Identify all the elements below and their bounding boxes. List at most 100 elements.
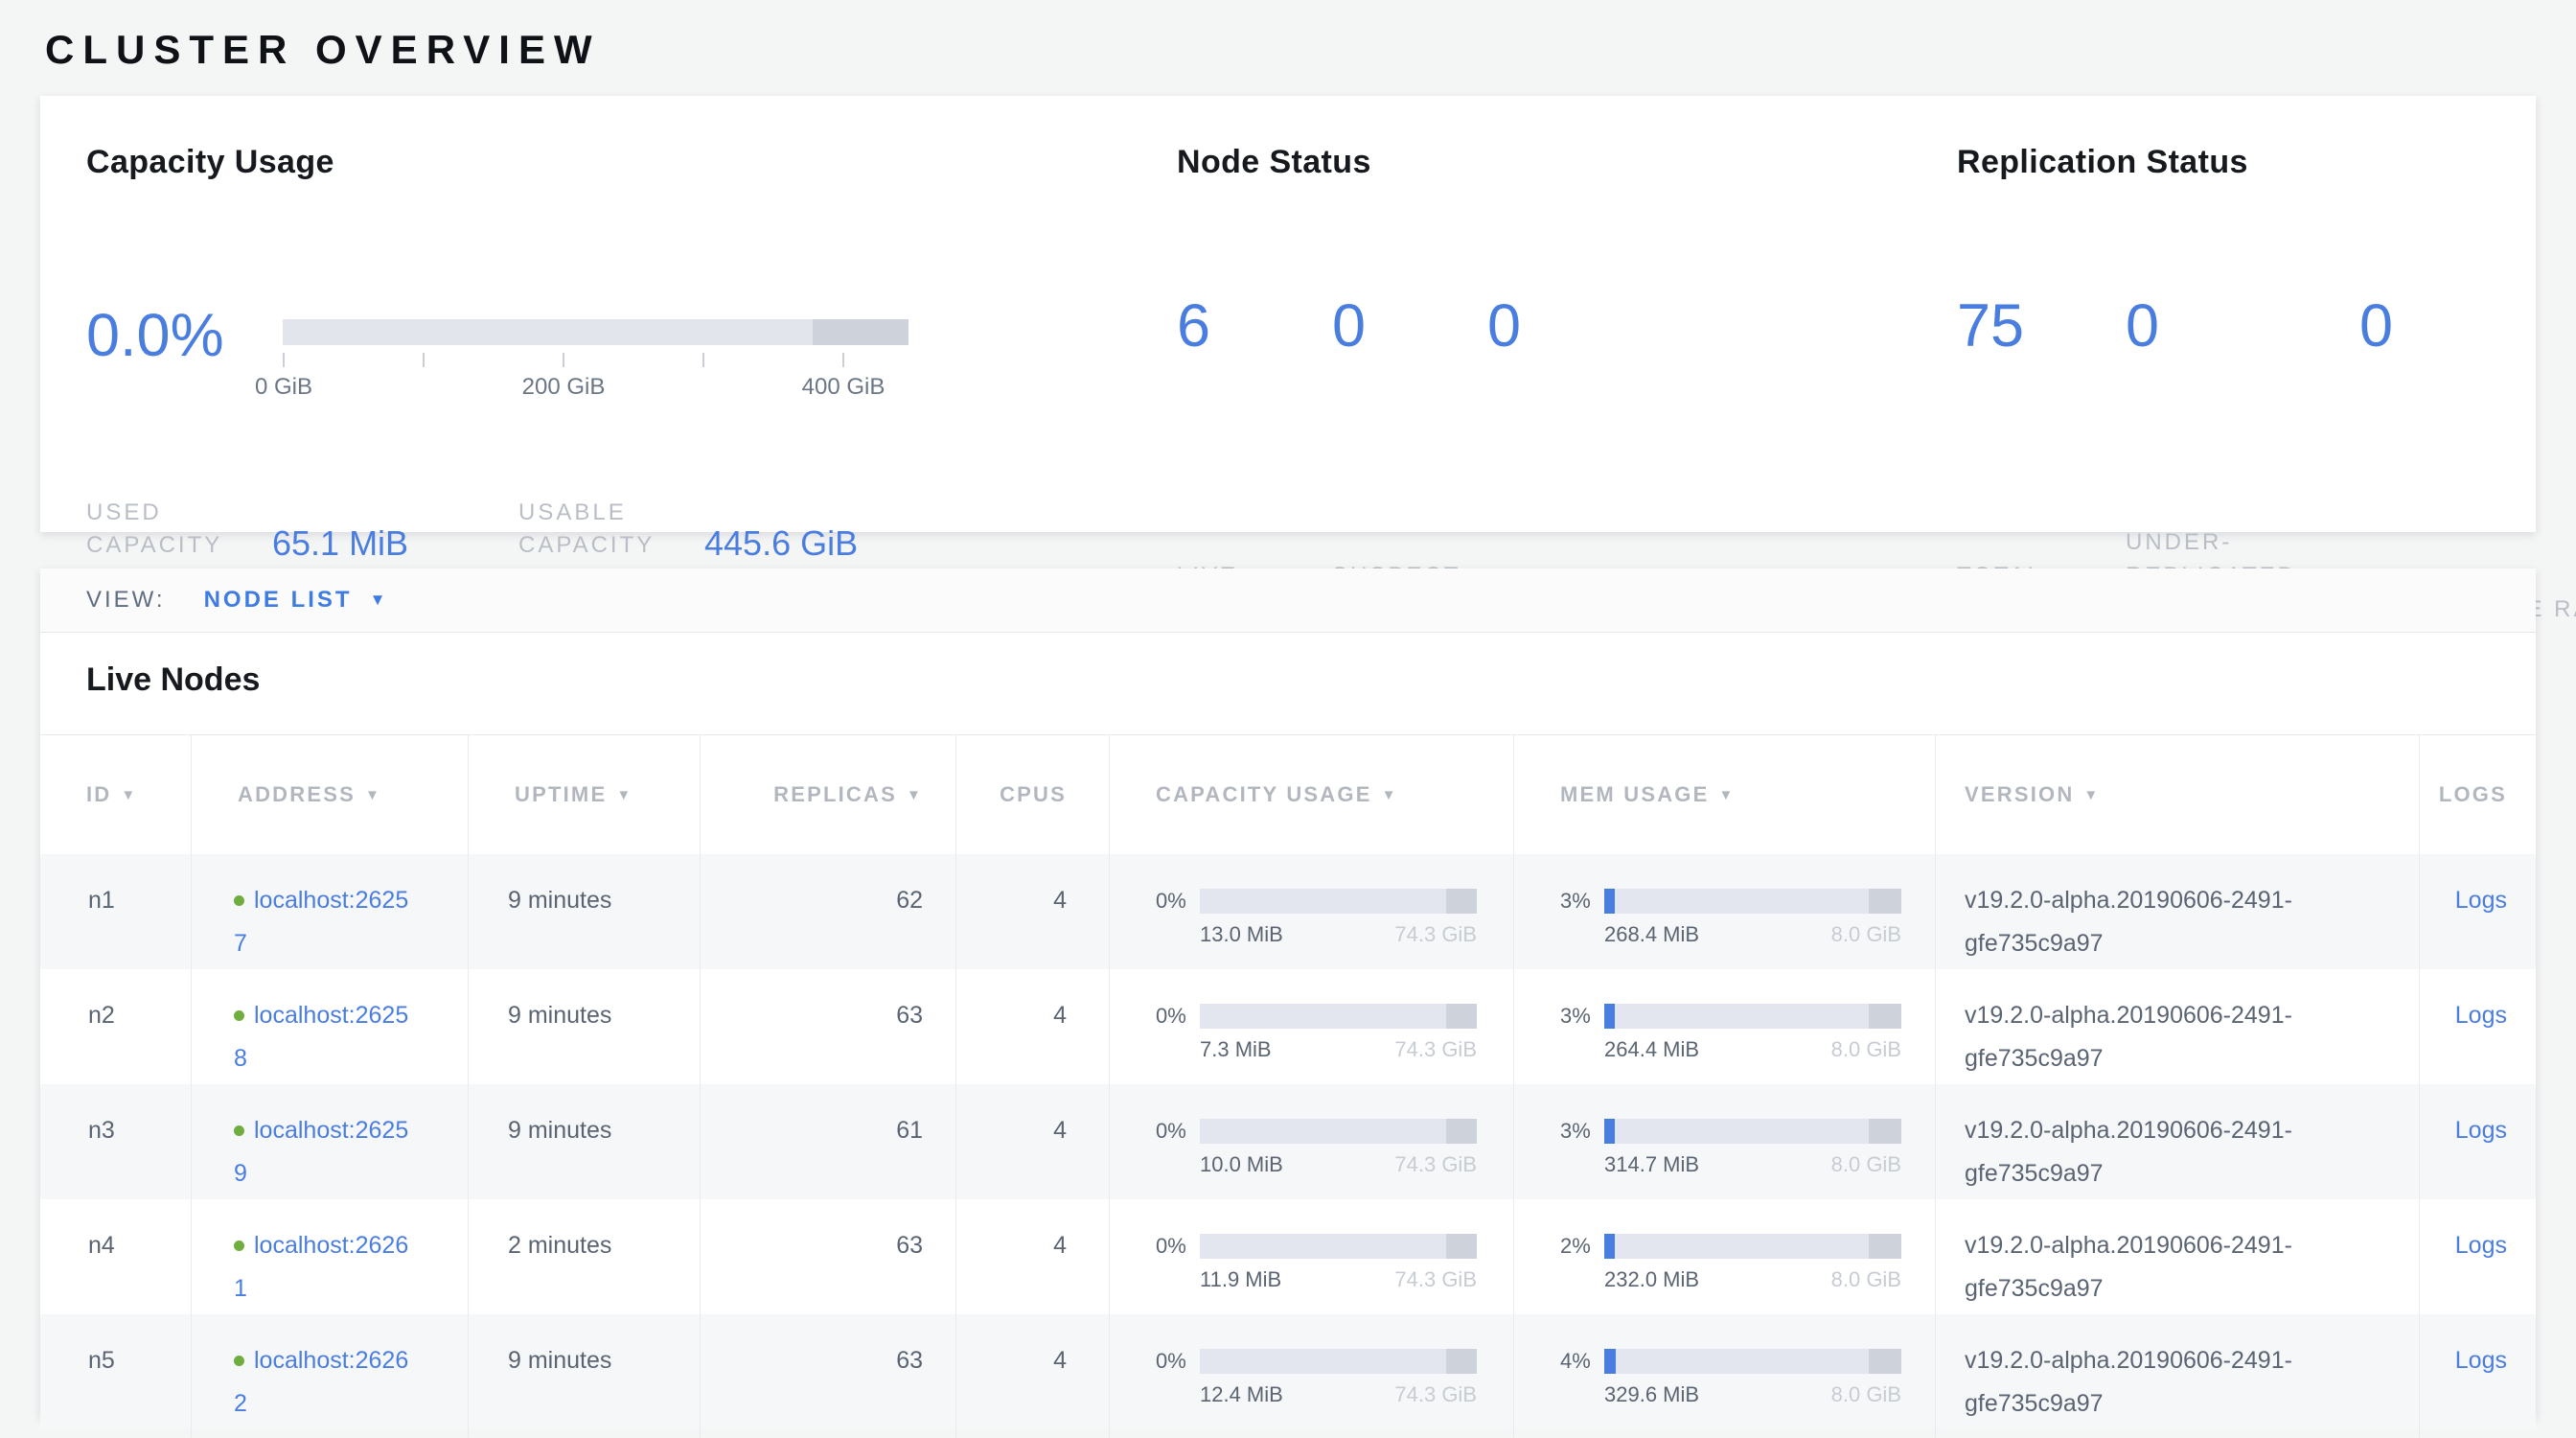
node-address-link[interactable]: localhost:26261 (234, 1232, 408, 1302)
node-cpus-cell: 4 (956, 854, 1110, 969)
sort-desc-icon: ▼ (365, 787, 381, 803)
capacity-bar-cap (1446, 1119, 1477, 1144)
sort-desc-icon: ▼ (907, 787, 923, 803)
node-capacity-usage-cell: 0% 13.0 MiB 74.3 GiB (1110, 854, 1514, 969)
node-logs-cell: Logs (2420, 1199, 2536, 1314)
node-live-dot-icon (234, 1241, 244, 1251)
under-replicated-ranges-value: 0 (2126, 292, 2333, 360)
usable-capacity-stat: USABLE CAPACITY 445.6 GiB (518, 497, 858, 562)
view-dropdown-value[interactable]: NODE LIST (204, 587, 353, 614)
node-replicas-cell: 61 (701, 1084, 956, 1199)
replication-status-section: Replication Status 75 TOTAL RANGES 0 UND… (1957, 144, 2536, 181)
sort-desc-icon: ▼ (2083, 787, 2100, 803)
gauge-tick-label: 0 GiB (255, 374, 312, 401)
logs-link[interactable]: Logs (2455, 1347, 2507, 1374)
live-nodes-value: 6 (1177, 292, 1332, 360)
node-mem-usage-cell: 3% 268.4 MiB 8.0 GiB (1514, 854, 1936, 969)
view-bar: VIEW: NODE LIST ▼ (40, 568, 2536, 633)
node-uptime-cell: 9 minutes (469, 854, 701, 969)
column-header-logs: LOGS (2420, 735, 2536, 854)
node-version-cell: v19.2.0-alpha.20190606-2491-gfe735c9a97 (1936, 1199, 2420, 1314)
capacity-bar (1200, 1234, 1477, 1259)
node-address-cell: localhost:26261 (192, 1199, 469, 1314)
logs-link[interactable]: Logs (2455, 887, 2507, 914)
capacity-percent: 0% (1156, 1224, 1200, 1267)
mem-bar-cap (1869, 1234, 1901, 1259)
column-header-capacity-usage[interactable]: CAPACITY USAGE▼ (1110, 735, 1514, 854)
node-cpus-cell: 4 (956, 1199, 1110, 1314)
mem-used-label: 268.4 MiB (1604, 920, 1699, 949)
capacity-used-label: 11.9 MiB (1200, 1265, 1281, 1294)
logs-link[interactable]: Logs (2455, 1232, 2507, 1259)
table-row: n3 localhost:26259 9 minutes 61 4 0% 10.… (40, 1084, 2536, 1199)
table-row: n4 localhost:26261 2 minutes 63 4 0% 11.… (40, 1199, 2536, 1314)
node-mem-usage-cell: 3% 314.7 MiB 8.0 GiB (1514, 1084, 1936, 1199)
node-replicas-cell: 62 (701, 854, 956, 969)
column-header-address[interactable]: ADDRESS▼ (192, 735, 469, 854)
mem-max-label: 8.0 GiB (1831, 920, 1901, 949)
capacity-gauge-bar-cap (813, 319, 908, 345)
capacity-bar-cap (1446, 1349, 1477, 1374)
node-address-link[interactable]: localhost:26262 (234, 1347, 408, 1417)
view-dropdown[interactable]: NODE LIST ▼ (204, 587, 386, 614)
logs-link[interactable]: Logs (2455, 1002, 2507, 1029)
node-logs-cell: Logs (2420, 1314, 2536, 1429)
node-cpus-cell: 4 (956, 1084, 1110, 1199)
capacity-bar-cap (1446, 1234, 1477, 1259)
gauge-tick-label: 400 GiB (802, 374, 886, 401)
capacity-bar-cap (1446, 889, 1477, 914)
mem-percent: 3% (1560, 994, 1604, 1037)
node-address-link[interactable]: localhost:26257 (234, 887, 408, 957)
gauge-tick (283, 353, 285, 367)
node-version-cell: v19.2.0-alpha.20190606-2491-gfe735c9a97 (1936, 1084, 2420, 1199)
mem-percent: 3% (1560, 1109, 1604, 1152)
node-address-link[interactable]: localhost:26259 (234, 1117, 408, 1187)
node-replicas-cell: 63 (701, 969, 956, 1084)
node-capacity-usage-cell: 0% 10.0 MiB 74.3 GiB (1110, 1084, 1514, 1199)
column-header-id[interactable]: ID▼ (40, 735, 192, 854)
node-address-cell: localhost:26258 (192, 969, 469, 1084)
column-header-uptime[interactable]: UPTIME▼ (469, 735, 701, 854)
used-capacity-label: USED CAPACITY (86, 497, 251, 562)
column-header-replicas[interactable]: REPLICAS▼ (701, 735, 956, 854)
mem-max-label: 8.0 GiB (1831, 1265, 1901, 1294)
mem-bar-fill (1604, 889, 1615, 914)
node-version-cell: v19.2.0-alpha.20190606-2491-gfe735c9a97 (1936, 854, 2420, 969)
mem-used-label: 232.0 MiB (1604, 1265, 1699, 1294)
capacity-percent: 0% (1156, 879, 1200, 922)
mem-max-label: 8.0 GiB (1831, 1380, 1901, 1409)
mem-bar-fill (1604, 1004, 1615, 1029)
capacity-usage-title: Capacity Usage (86, 144, 930, 181)
mem-used-label: 329.6 MiB (1604, 1380, 1699, 1409)
node-mem-usage-cell: 3% 264.4 MiB 8.0 GiB (1514, 969, 1936, 1084)
table-row-partial (40, 1429, 2536, 1438)
node-live-dot-icon (234, 1356, 244, 1366)
capacity-bar (1200, 1119, 1477, 1144)
mem-bar (1604, 1349, 1901, 1374)
node-id-cell: n2 (40, 969, 192, 1084)
node-address-cell: localhost:26262 (192, 1314, 469, 1429)
node-address-link[interactable]: localhost:26258 (234, 1002, 408, 1072)
column-header-mem-usage[interactable]: MEM USAGE▼ (1514, 735, 1936, 854)
column-header-version[interactable]: VERSION▼ (1936, 735, 2420, 854)
node-capacity-usage-cell: 0% 11.9 MiB 74.3 GiB (1110, 1199, 1514, 1314)
suspect-nodes-value: 0 (1332, 292, 1487, 360)
logs-link[interactable]: Logs (2455, 1117, 2507, 1144)
capacity-used-label: 12.4 MiB (1200, 1380, 1283, 1409)
capacity-bar (1200, 1349, 1477, 1374)
node-logs-cell: Logs (2420, 969, 2536, 1084)
node-logs-cell: Logs (2420, 854, 2536, 969)
capacity-max-label: 74.3 GiB (1394, 1035, 1477, 1064)
mem-bar-fill (1604, 1234, 1615, 1259)
node-table-header: ID▼ ADDRESS▼ UPTIME▼ REPLICAS▼ CPUS CAPA… (40, 734, 2536, 854)
usable-capacity-label: USABLE CAPACITY (518, 497, 683, 562)
chevron-down-icon[interactable]: ▼ (370, 591, 386, 610)
node-replicas-cell: 63 (701, 1314, 956, 1429)
view-label: VIEW: (86, 587, 166, 614)
capacity-percent: 0% (1156, 994, 1200, 1037)
node-live-dot-icon (234, 1010, 244, 1021)
node-table-body: n1 localhost:26257 9 minutes 62 4 0% 13.… (40, 854, 2536, 1429)
used-capacity-stat: USED CAPACITY 65.1 MiB (86, 497, 518, 562)
mem-bar (1604, 1234, 1901, 1259)
capacity-max-label: 74.3 GiB (1394, 1380, 1477, 1409)
